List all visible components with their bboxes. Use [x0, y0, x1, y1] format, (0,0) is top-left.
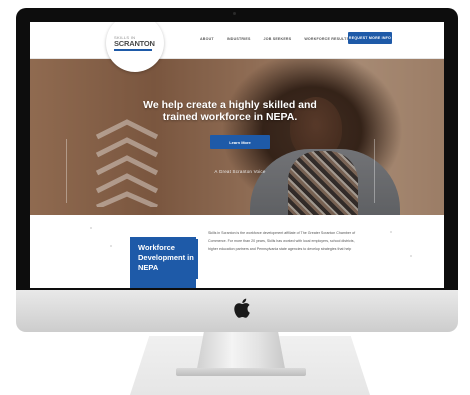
decor-dot	[410, 255, 412, 257]
monitor-stand	[196, 326, 286, 374]
logo-underline	[114, 48, 152, 51]
learn-more-button[interactable]: Learn More	[210, 135, 270, 149]
hero-headline: We help create a highly skilled and trai…	[143, 99, 317, 123]
section-title: Workforce Development in NEPA	[138, 243, 194, 272]
hero-banner: We help create a highly skilled and trai…	[30, 59, 444, 215]
decor-dot	[90, 227, 92, 229]
nav-item-job-seekers[interactable]: JOB SEEKERS	[264, 37, 292, 41]
site-header: ABOUT INDUSTRIES JOB SEEKERS WORKFORCE R…	[30, 22, 444, 59]
nav-item-about[interactable]: ABOUT	[200, 37, 214, 41]
hero-divider-right	[374, 139, 375, 203]
decor-dot	[110, 245, 112, 247]
hero-caption: A Great Scranton Voice	[214, 169, 266, 174]
section-paragraph: Skills in Scranton is the workforce deve…	[208, 231, 356, 251]
logo-main-text: SCRANTON	[114, 39, 155, 48]
camera-icon	[233, 12, 236, 15]
nav-item-industries[interactable]: INDUSTRIES	[227, 37, 251, 41]
section-accent-line	[196, 239, 198, 279]
decor-dot	[390, 231, 392, 233]
nav-item-workforce-results[interactable]: WORKFORCE RESULTS	[304, 37, 349, 41]
site-logo-text: SKILLS IN SCRANTON	[114, 36, 158, 51]
hero-divider-left	[66, 139, 67, 203]
chevron-pattern-icon	[95, 119, 159, 207]
monitor-stand-base	[176, 368, 306, 376]
intro-section: Workforce Development in NEPA Skills in …	[30, 215, 444, 288]
website-screen: ABOUT INDUSTRIES JOB SEEKERS WORKFORCE R…	[30, 22, 444, 288]
apple-icon	[234, 298, 250, 318]
request-info-button[interactable]: REQUEST MORE INFO	[348, 32, 392, 44]
